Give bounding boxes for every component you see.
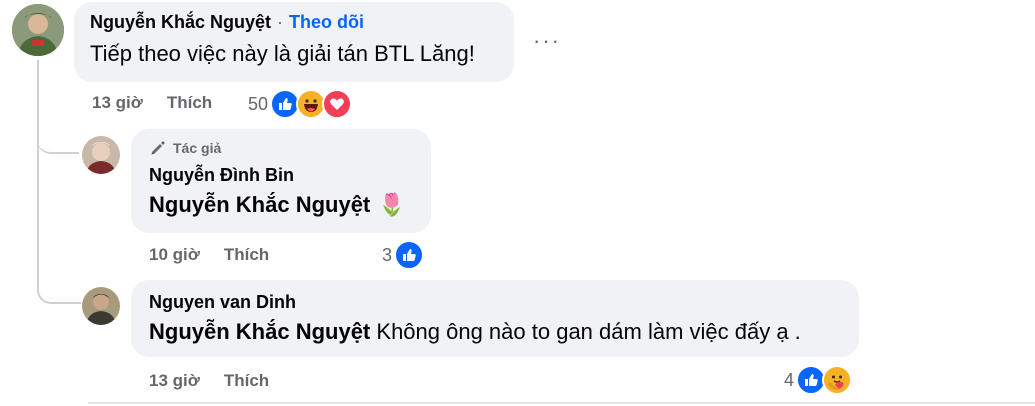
comment-author[interactable]: Nguyen van Dinh (149, 292, 841, 313)
like-icon (394, 240, 425, 270)
like-button[interactable]: Thích (224, 245, 269, 265)
author-badge-label: Tác giả (173, 140, 222, 156)
mention-link[interactable]: Nguyễn Khắc Nguyệt (149, 192, 370, 218)
mention-link[interactable]: Nguyễn Khắc Nguyệt (149, 319, 370, 344)
like-button[interactable]: Thích (167, 93, 212, 113)
comment-body: Không ông nào to gan dám làm việc đấy ạ … (376, 319, 801, 344)
care-icon (822, 365, 853, 395)
divider (88, 402, 1035, 404)
thread-elbow (37, 220, 81, 304)
comment-text: Tiếp theo việc này là giải tán BTL Lăng! (90, 41, 475, 66)
comment-meta: 13 giờ Thích (149, 371, 269, 391)
avatar[interactable] (82, 136, 120, 174)
comment-meta: 10 giờ Thích (149, 245, 269, 265)
comment-time[interactable]: 13 giờ (92, 93, 143, 113)
reaction-summary[interactable]: 50 (248, 89, 353, 119)
comment-author[interactable]: Nguyễn Đình Bin (149, 165, 413, 186)
comment-text: Nguyễn Khắc Nguyệt Không ông nào to gan … (149, 319, 841, 345)
more-options-button[interactable]: ··· (533, 28, 561, 54)
comment-author[interactable]: Nguyễn Khắc Nguyệt (90, 12, 271, 33)
love-icon (322, 89, 353, 119)
author-badge: Tác giả (149, 139, 413, 157)
comment-bubble: Nguyen van Dinh Nguyễn Khắc Nguyệt Không… (131, 280, 859, 357)
comment-time[interactable]: 10 giờ (149, 245, 200, 265)
follow-button[interactable]: Theo dõi (289, 12, 364, 33)
reaction-count: 3 (382, 244, 393, 265)
thread-line (37, 60, 39, 240)
pencil-icon (151, 141, 165, 155)
avatar-image (82, 287, 120, 325)
reaction-summary[interactable]: 4 (784, 365, 853, 395)
avatar[interactable] (82, 287, 120, 325)
reaction-count: 50 (248, 93, 269, 114)
avatar-image (12, 4, 64, 56)
separator-dot: · (277, 12, 284, 32)
thread-elbow (37, 120, 79, 154)
comment-meta: 13 giờ Thích (92, 93, 212, 113)
avatar[interactable] (12, 4, 64, 56)
comment-time[interactable]: 13 giờ (149, 371, 200, 391)
avatar-image (82, 136, 120, 174)
comment-text: Nguyễn Khắc Nguyệt 🌷 (149, 192, 413, 218)
like-button[interactable]: Thích (224, 371, 269, 391)
comment-bubble: Nguyễn Khắc Nguyệt · Theo dõi Tiếp theo … (74, 2, 514, 82)
reaction-count: 4 (784, 369, 795, 390)
tulip-emoji: 🌷 (378, 192, 406, 217)
reaction-summary[interactable]: 3 (382, 240, 425, 270)
comment-bubble: Tác giả Nguyễn Đình Bin Nguyễn Khắc Nguy… (131, 129, 431, 233)
